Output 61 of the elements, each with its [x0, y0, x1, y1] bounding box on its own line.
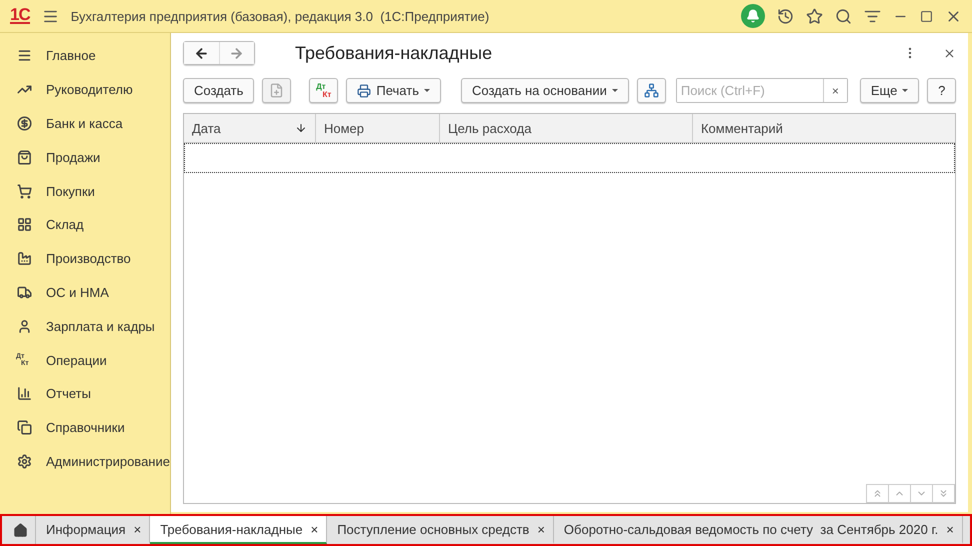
search-field[interactable]: Поиск (Ctrl+F) ×	[676, 78, 848, 103]
tab-close-button[interactable]: ×	[946, 522, 954, 536]
sidebar-item[interactable]: Зарплата и кадры	[46, 318, 155, 334]
tab-label: Оборотно-сальдовая ведомость по счету за Сентябрь 2020 г.	[564, 522, 938, 536]
app-logo: 1С	[10, 8, 30, 24]
maximize-icon[interactable]	[920, 10, 933, 22]
clear-button[interactable]: ×	[822, 79, 847, 102]
home-icon	[13, 522, 28, 538]
sidebar-item[interactable]: Главное	[46, 48, 96, 64]
tab-label: Информация	[46, 522, 126, 536]
truck-icon	[16, 284, 32, 300]
sidebar-item[interactable]: Операции	[46, 352, 107, 368]
sidebar-item[interactable]: Администрирование	[46, 454, 170, 469]
column-header[interactable]: Дата	[192, 120, 221, 136]
grid-icon	[16, 217, 32, 232]
column-header[interactable]: Комментарий	[700, 120, 783, 136]
forward-arrow-icon	[229, 46, 244, 60]
tab-label: Требования-накладные	[160, 522, 303, 536]
sidebar-item[interactable]: Производство	[46, 251, 131, 266]
close-icon[interactable]	[943, 46, 956, 60]
sidebar-item[interactable]: Руководителю	[46, 82, 133, 98]
settings-icon	[16, 454, 32, 469]
help-button[interactable]: ?	[927, 78, 956, 103]
debit-credit-button[interactable]: Дт Кт	[309, 78, 338, 103]
more-button[interactable]: Еще	[860, 78, 920, 103]
menu-icon	[16, 48, 32, 64]
star-icon[interactable]	[806, 8, 823, 24]
column-header[interactable]: Цель расхода	[448, 120, 532, 136]
add-document-icon	[269, 83, 284, 98]
form-title: Требования-накладные	[294, 42, 494, 64]
history-icon[interactable]	[777, 8, 794, 24]
sidebar-item[interactable]: Покупки	[46, 184, 95, 199]
tab-label: Поступление основных средств	[337, 522, 530, 536]
structure-button[interactable]	[636, 78, 666, 103]
create-based-on-button[interactable]: Создать на основании	[460, 78, 629, 103]
hierarchy-icon	[644, 83, 659, 98]
print-button[interactable]: Печать	[346, 78, 441, 103]
factory-icon	[16, 251, 32, 266]
bar-chart-icon	[16, 386, 32, 402]
double-chevron-down-icon	[938, 488, 950, 499]
back-button[interactable]	[184, 42, 219, 64]
create-button[interactable]: Создать	[182, 78, 254, 103]
cart-icon	[16, 184, 32, 199]
sidebar-item[interactable]: Справочники	[46, 420, 125, 436]
window-tab[interactable]: Требования-накладные ×	[150, 516, 328, 544]
printer-icon	[357, 84, 372, 98]
search-icon[interactable]	[835, 8, 852, 24]
double-chevron-up-icon	[872, 488, 884, 499]
sidebar-item[interactable]: Банк и касса	[46, 116, 123, 131]
window-title: Бухгалтерия предприятия (базовая), редакция 3.0 (1С:Предприятие)	[70, 8, 490, 24]
bag-icon	[16, 150, 32, 165]
sidebar-item[interactable]: Склад	[46, 217, 84, 232]
column-header[interactable]: Номер	[324, 120, 364, 136]
tab-close-button[interactable]: ×	[310, 522, 318, 536]
sidebar-item[interactable]: Отчеты	[46, 386, 91, 402]
sidebar-item[interactable]: Продажи	[46, 150, 100, 165]
tab-close-button[interactable]: ×	[537, 522, 545, 536]
sidebar-item[interactable]: ОС и НМА	[46, 284, 109, 300]
current-row[interactable]	[184, 143, 956, 173]
tab-close-button[interactable]: ×	[134, 522, 142, 536]
bell-icon[interactable]	[741, 4, 765, 28]
